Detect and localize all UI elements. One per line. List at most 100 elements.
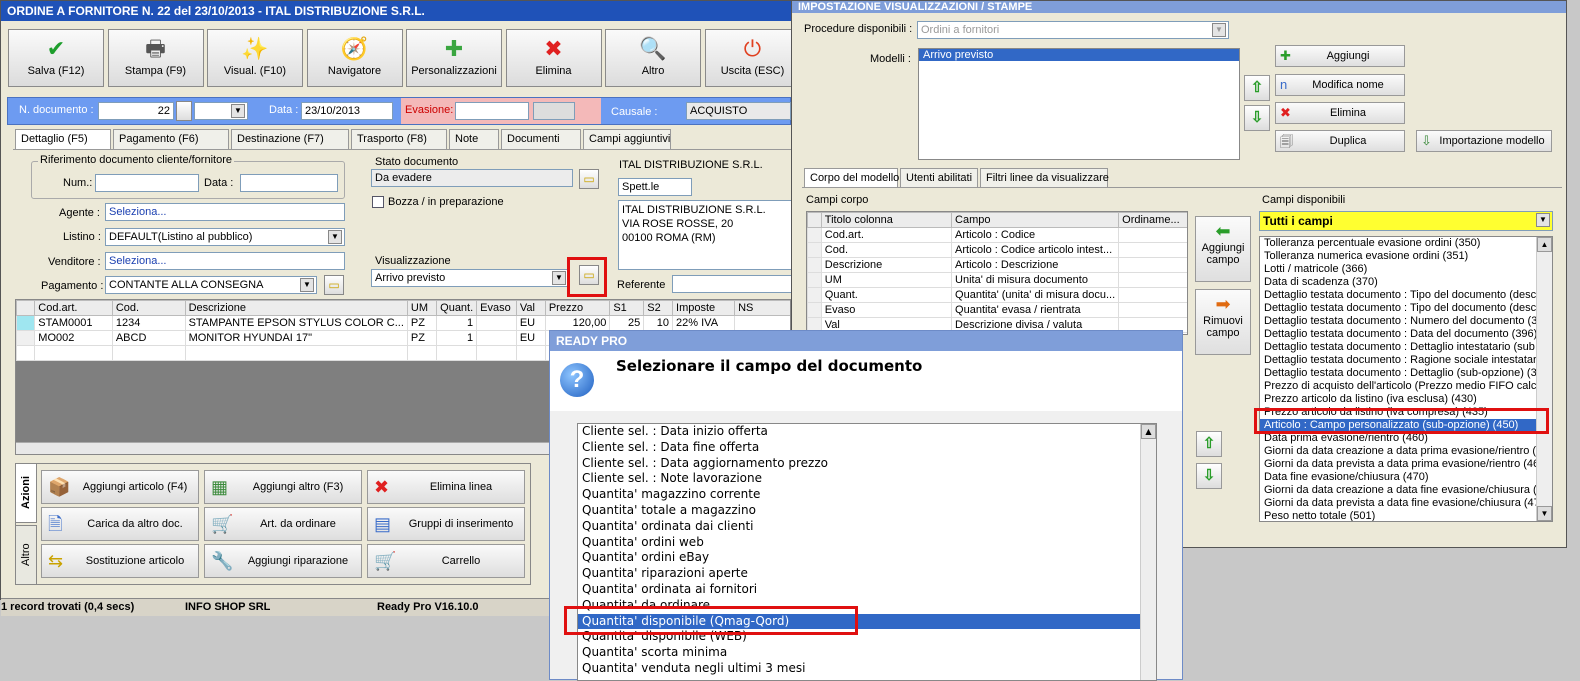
- aggiungi-campo-button[interactable]: ⬅ Aggiungi campo: [1195, 216, 1251, 282]
- table-cell[interactable]: [16, 345, 36, 361]
- corpo-move-down-button[interactable]: ⇩: [1196, 463, 1222, 489]
- scroll-down-icon[interactable]: ▼: [1537, 506, 1552, 521]
- settings-tab-3[interactable]: Filtri linee da visualizzare: [980, 168, 1109, 188]
- table-cell[interactable]: [1118, 242, 1187, 258]
- grid-header[interactable]: Quant.: [436, 300, 478, 316]
- list-item[interactable]: Quantita' magazzino corrente: [578, 487, 1140, 503]
- table-cell[interactable]: [34, 345, 113, 361]
- table-cell[interactable]: [1118, 302, 1187, 318]
- list-item[interactable]: Giorni da data creazione a data fine eva…: [1260, 484, 1536, 497]
- list-item[interactable]: Cliente sel. : Note lavorazione: [578, 471, 1140, 487]
- table-cell[interactable]: 25: [609, 315, 645, 331]
- aggiungi-riparazione-button[interactable]: 🔧 Aggiungi riparazione: [204, 544, 362, 578]
- table-cell[interactable]: [476, 345, 517, 361]
- scroll-up-icon[interactable]: ▲: [1537, 237, 1552, 252]
- altro-button[interactable]: 🔍 Altro: [605, 29, 701, 87]
- grid-header[interactable]: Evaso: [476, 300, 517, 316]
- grid-header[interactable]: Descrizione: [184, 300, 408, 316]
- table-cell[interactable]: [476, 330, 517, 346]
- gruppi-di-inserimento-button[interactable]: ▤ Gruppi di inserimento: [367, 507, 525, 541]
- causale-field[interactable]: ACQUISTO: [686, 102, 791, 120]
- doc-number-spin[interactable]: [176, 101, 192, 121]
- table-cell[interactable]: [406, 345, 438, 361]
- fornitore-address[interactable]: ITAL DISTRIBUZIONE S.R.L. VIA ROSE ROSSE…: [618, 200, 792, 270]
- procedure-select[interactable]: Ordini a fornitori ▼: [917, 21, 1229, 39]
- list-item[interactable]: Giorni da data prevista a data fine evas…: [1260, 497, 1536, 510]
- tab-dettaglio[interactable]: Dettaglio (F5): [15, 129, 111, 149]
- carrello-button[interactable]: 🛒 Carrello: [367, 544, 525, 578]
- art-da-ordinare-button[interactable]: 🛒 Art. da ordinare: [204, 507, 362, 541]
- table-cell[interactable]: 120,00: [544, 315, 611, 331]
- move-down-button[interactable]: ⇩: [1244, 105, 1270, 131]
- list-item[interactable]: Dettaglio testata documento : Data del d…: [1260, 328, 1536, 341]
- tab-pagamento[interactable]: Pagamento (F6): [113, 129, 229, 149]
- table-cell[interactable]: Unita' di misura documento: [951, 272, 1120, 288]
- list-item[interactable]: Dettaglio testata documento : Numero del…: [1260, 315, 1536, 328]
- elimina-linea-button[interactable]: ✖ Elimina linea: [367, 470, 525, 504]
- list-item[interactable]: Quantita' ordinata ai fornitori: [578, 582, 1140, 598]
- list-item[interactable]: Dettaglio testata documento : Tipo del d…: [1260, 289, 1536, 302]
- table-cell[interactable]: [184, 345, 408, 361]
- referente-field[interactable]: [672, 275, 792, 293]
- grid-header[interactable]: Cod.art.: [34, 300, 113, 316]
- table-cell[interactable]: EU: [515, 330, 546, 346]
- list-item[interactable]: Prezzo articolo da listino (iva esclusa)…: [1260, 393, 1536, 406]
- list-item[interactable]: Data di scadenza (370): [1260, 276, 1536, 289]
- doc-number-field[interactable]: 22: [98, 102, 174, 120]
- elimina-button[interactable]: ✖ Elimina: [505, 29, 602, 87]
- table-cell[interactable]: [436, 345, 478, 361]
- table-row[interactable]: Quant. Quantita' (unita' di misura docu..…: [807, 287, 1187, 303]
- list-item[interactable]: Dettaglio testata documento : Tipo del d…: [1260, 302, 1536, 315]
- list-item[interactable]: Cliente sel. : Data aggiornamento prezzo: [578, 456, 1140, 472]
- tab-destinazione[interactable]: Destinazione (F7): [231, 129, 349, 149]
- modifica-nome-button[interactable]: n Modifica nome: [1275, 74, 1405, 96]
- date-field[interactable]: 23/10/2013: [301, 102, 393, 120]
- campi-list-scrollbar[interactable]: ▲ ▼: [1536, 237, 1552, 521]
- table-cell[interactable]: MONITOR HYUNDAI 17": [184, 330, 408, 346]
- elimina-button[interactable]: ✖ Elimina: [1275, 102, 1405, 124]
- table-cell[interactable]: [515, 345, 546, 361]
- venditore-field[interactable]: Seleziona...: [105, 252, 345, 270]
- table-cell[interactable]: 1234: [111, 315, 186, 331]
- settings-tab-1[interactable]: Corpo del modello: [804, 168, 899, 188]
- table-cell[interactable]: [111, 345, 186, 361]
- duplica-button[interactable]: 🗐 Duplica: [1275, 130, 1405, 152]
- table-cell[interactable]: [476, 315, 517, 331]
- tab-note[interactable]: Note: [449, 129, 499, 149]
- carica-da-altro-doc-button[interactable]: 🗎 Carica da altro doc.: [41, 507, 199, 541]
- table-cell[interactable]: [1118, 272, 1187, 288]
- table-cell[interactable]: UM: [820, 272, 953, 288]
- doc-series-select[interactable]: ▼: [194, 102, 248, 120]
- aggiungi-altro-f3-button[interactable]: ▦ Aggiungi altro (F3): [204, 470, 362, 504]
- list-item[interactable]: Cliente sel. : Data fine offerta: [578, 440, 1140, 456]
- aggiungi-articolo-f4-button[interactable]: 📦 Aggiungi articolo (F4): [41, 470, 199, 504]
- evasione-field[interactable]: [455, 102, 529, 120]
- pagamento-folder-button[interactable]: ▭: [324, 275, 344, 295]
- stato-field[interactable]: Da evadere: [371, 169, 573, 187]
- grid-header[interactable]: UM: [406, 300, 438, 316]
- grid-header[interactable]: Prezzo: [544, 300, 611, 316]
- agente-field[interactable]: Seleziona...: [105, 203, 345, 221]
- list-item[interactable]: Tolleranza percentuale evasione ordini (…: [1260, 237, 1536, 250]
- list-item[interactable]: Quantita' ordini eBay: [578, 550, 1140, 566]
- grid-header[interactable]: S2: [643, 300, 674, 316]
- table-cell[interactable]: Descrizione: [820, 257, 953, 273]
- grid-header[interactable]: Val: [515, 300, 546, 316]
- list-item[interactable]: Dettaglio testata documento : Ragione so…: [1260, 354, 1536, 367]
- visual-select[interactable]: Arrivo previsto ▼: [371, 269, 569, 287]
- list-item[interactable]: Giorni da data creazione a data prima ev…: [1260, 445, 1536, 458]
- rif-num-field[interactable]: [95, 174, 199, 192]
- list-item[interactable]: Data fine evasione/chiusura (470): [1260, 471, 1536, 484]
- actions-tab-azioni[interactable]: Azioni: [15, 463, 37, 523]
- grid-header[interactable]: Titolo colonna: [820, 212, 953, 228]
- table-row[interactable]: Evaso Quantita' evasa / rientrata: [807, 302, 1187, 318]
- personalizzazioni-button[interactable]: ✚ Personalizzazioni: [406, 29, 502, 87]
- spett-field[interactable]: Spett.le: [618, 178, 692, 196]
- list-item[interactable]: Quantita' ordini web: [578, 535, 1140, 551]
- actions-tab-altro[interactable]: Altro: [15, 525, 37, 585]
- list-item[interactable]: Dettaglio testata documento : Dettaglio …: [1260, 341, 1536, 354]
- dialog-list-scrollbar[interactable]: ▲: [1140, 424, 1156, 680]
- sostituzione-articolo-button[interactable]: ⇆ Sostituzione articolo: [41, 544, 199, 578]
- list-item[interactable]: Quantita' riparazioni aperte: [578, 566, 1140, 582]
- bozza-checkbox[interactable]: [372, 196, 384, 208]
